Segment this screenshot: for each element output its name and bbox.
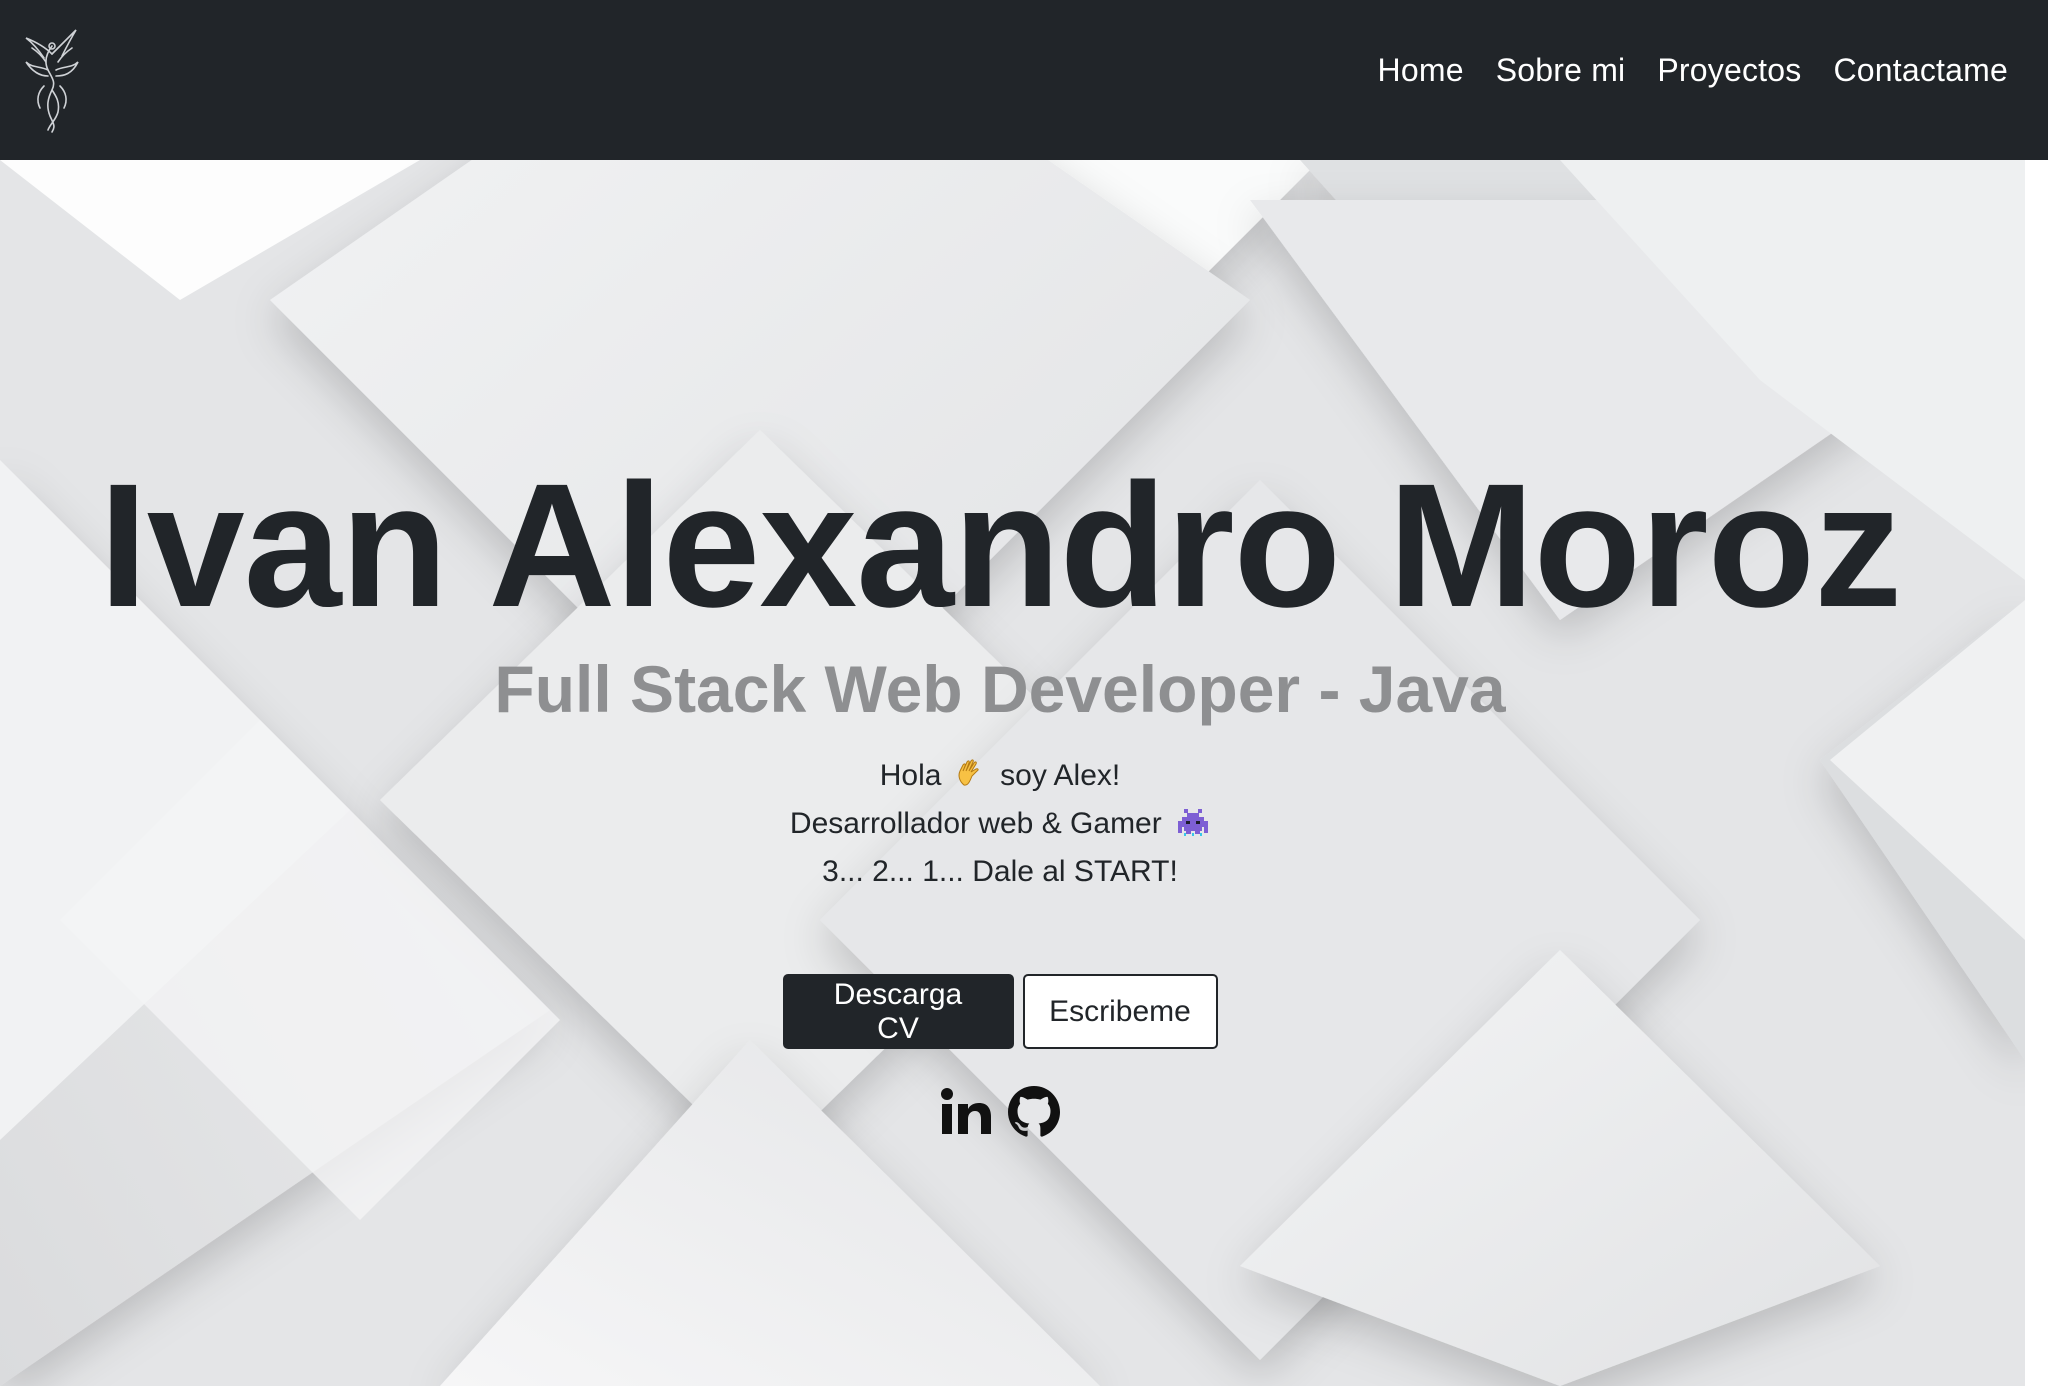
linkedin-icon bbox=[941, 1088, 991, 1134]
nav-link-sobre-mi[interactable]: Sobre mi bbox=[1496, 52, 1626, 89]
intro-line-1: Hola soy Alex! bbox=[0, 752, 2000, 800]
linkedin-link[interactable] bbox=[938, 1084, 994, 1140]
phoenix-logo[interactable] bbox=[22, 26, 82, 136]
navbar: Home Sobre mi Proyectos Contactame bbox=[0, 0, 2048, 160]
intro-line-3: 3... 2... 1... Dale al START! bbox=[822, 855, 1178, 888]
page: Home Sobre mi Proyectos Contactame Ivan … bbox=[0, 0, 2048, 1386]
nav-link-proyectos[interactable]: Proyectos bbox=[1657, 52, 1801, 89]
scrollbar-track[interactable] bbox=[2025, 160, 2048, 1386]
space-invader-icon bbox=[1178, 809, 1209, 836]
hero-section: Ivan Alexandro Moroz Full Stack Web Deve… bbox=[0, 160, 2025, 1386]
intro-text: Hola soy Alex! Desarrollador web & Gamer bbox=[0, 752, 2000, 896]
github-icon bbox=[1008, 1086, 1060, 1137]
nav-link-home[interactable]: Home bbox=[1378, 52, 1464, 89]
nav-link-contactame[interactable]: Contactame bbox=[1833, 52, 2008, 89]
write-me-button[interactable]: Escribeme bbox=[1022, 974, 1218, 1049]
social-links bbox=[0, 1084, 2000, 1140]
phoenix-logo-icon bbox=[25, 29, 79, 133]
cta-buttons: Descarga CV Escribeme bbox=[0, 974, 2000, 1049]
intro-line-2: Desarrollador web & Gamer bbox=[0, 800, 2000, 848]
nav-links: Home Sobre mi Proyectos Contactame bbox=[1378, 52, 2008, 89]
github-link[interactable] bbox=[1006, 1084, 1062, 1140]
waving-hand-icon bbox=[958, 759, 979, 786]
hero-title: Ivan Alexandro Moroz bbox=[98, 448, 1902, 644]
hero-subtitle: Full Stack Web Developer - Java bbox=[494, 652, 1506, 726]
intro-name: soy Alex! bbox=[1000, 759, 1121, 792]
intro-role: Desarrollador web & Gamer bbox=[789, 807, 1162, 840]
intro-greeting: Hola bbox=[879, 759, 942, 792]
download-cv-button[interactable]: Descarga CV bbox=[782, 974, 1014, 1049]
